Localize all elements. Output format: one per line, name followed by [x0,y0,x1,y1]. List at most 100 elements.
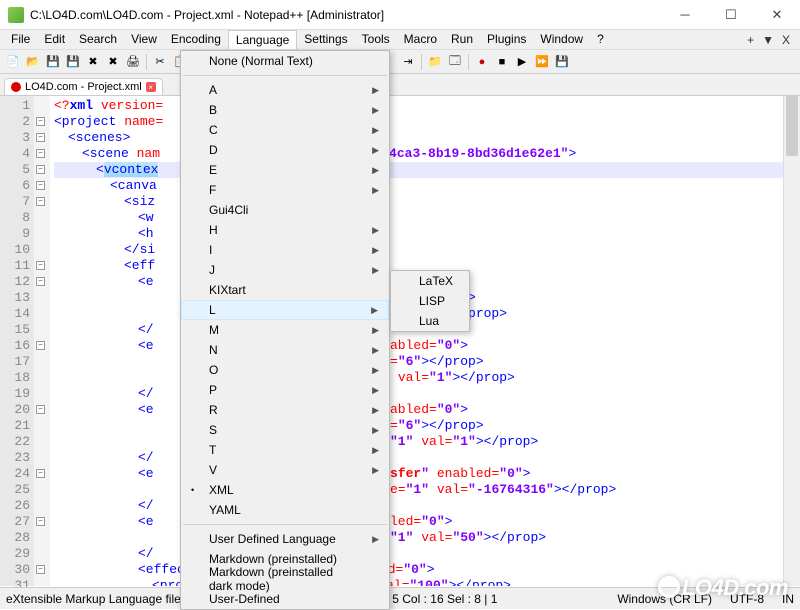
play-multi-icon[interactable]: ⏩ [533,53,551,71]
vertical-scrollbar[interactable] [783,96,800,586]
menu-macro[interactable]: Macro [397,30,444,49]
lang-item-user-defined-language[interactable]: User Defined Language▶ [181,529,389,549]
language-menu[interactable]: None (Normal Text) A▶B▶C▶D▶E▶F▶Gui4CliH▶I… [180,50,390,610]
fold-toggle[interactable]: − [36,517,45,526]
status-filetype: eXtensible Markup Language file [6,592,181,606]
lang-item-a[interactable]: A▶ [181,80,389,100]
fold-toggle[interactable]: − [36,165,45,174]
menu-?[interactable]: ? [590,30,611,49]
menu-bar: FileEditSearchViewEncodingLanguageSettin… [0,30,800,50]
toolbar: 📄 📂 💾 💾 ✖ ✖ 🖨 ✂ 📋 📋 ↶ ↷ 🔍 🔍 🔍 🔍 ↩ ¶ ⇥ 📁 … [0,50,800,74]
lang-item-lua[interactable]: Lua [391,311,469,331]
save-icon[interactable]: 💾 [44,53,62,71]
lang-item-e[interactable]: E▶ [181,160,389,180]
fold-column[interactable]: − − − − − − − − − − − − − [34,96,50,586]
tab-bar: LO4D.com - Project.xml × [0,74,800,96]
tab-close-icon[interactable]: × [146,82,156,92]
code-content[interactable]: <?xml version=<project name=<scenes><sce… [50,96,783,586]
status-bar: eXtensible Markup Language file length :… [0,587,800,609]
menu-edit[interactable]: Edit [37,30,72,49]
save-all-icon[interactable]: 💾 [64,53,82,71]
lang-item-kixtart[interactable]: KIXtart [181,280,389,300]
lang-item-latex[interactable]: LaTeX [391,271,469,291]
status-eol[interactable]: Windows (CR LF) [617,592,712,606]
lang-item-l[interactable]: L▶ [181,300,389,320]
fold-toggle[interactable]: − [36,405,45,414]
lang-item-xml[interactable]: XML• [181,480,389,500]
close-button[interactable]: ✕ [754,0,800,29]
lang-item-t[interactable]: T▶ [181,440,389,460]
menu-plus[interactable]: + [747,33,754,47]
menu-window[interactable]: Window [533,30,590,49]
menu-search[interactable]: Search [72,30,124,49]
editor-area[interactable]: 1234567891011121314151617181920212223242… [0,96,800,586]
menu-file[interactable]: File [4,30,37,49]
lang-item-f[interactable]: F▶ [181,180,389,200]
fold-toggle[interactable]: − [36,341,45,350]
scrollbar-thumb[interactable] [786,96,798,156]
lang-item-s[interactable]: S▶ [181,420,389,440]
minimize-button[interactable]: ─ [662,0,708,29]
new-file-icon[interactable]: 📄 [4,53,22,71]
tab-project-xml[interactable]: LO4D.com - Project.xml × [4,78,163,95]
fold-toggle[interactable]: − [36,117,45,126]
lang-item-c[interactable]: C▶ [181,120,389,140]
menu-tools[interactable]: Tools [355,30,397,49]
lang-item-gui4cli[interactable]: Gui4Cli [181,200,389,220]
lang-item-j[interactable]: J▶ [181,260,389,280]
lang-item-none-normal-text-[interactable]: None (Normal Text) [181,51,389,71]
fold-toggle[interactable]: − [36,133,45,142]
record-icon[interactable]: ● [473,53,491,71]
menu-settings[interactable]: Settings [297,30,354,49]
print-icon[interactable]: 🖨 [124,53,142,71]
menu-run[interactable]: Run [444,30,480,49]
menu-encoding[interactable]: Encoding [164,30,228,49]
lang-item-n[interactable]: N▶ [181,340,389,360]
status-encoding[interactable]: UTF-8 [730,592,764,606]
tab-modified-icon [11,82,21,92]
menu-dropdown[interactable]: ▼ [762,33,774,47]
lang-item-yaml[interactable]: YAML [181,500,389,520]
fold-toggle[interactable]: − [36,181,45,190]
monitor-icon[interactable]: 🗔 [446,53,464,71]
app-icon [8,7,24,23]
fold-toggle[interactable]: − [36,469,45,478]
lang-item-d[interactable]: D▶ [181,140,389,160]
lang-item-i[interactable]: I▶ [181,240,389,260]
lang-item-p[interactable]: P▶ [181,380,389,400]
lang-item-lisp[interactable]: LISP [391,291,469,311]
lang-item-r[interactable]: R▶ [181,400,389,420]
title-bar: C:\LO4D.com\LO4D.com - Project.xml - Not… [0,0,800,30]
menu-view[interactable]: View [124,30,164,49]
line-number-gutter: 1234567891011121314151617181920212223242… [0,96,34,586]
open-file-icon[interactable]: 📂 [24,53,42,71]
fold-toggle[interactable]: − [36,197,45,206]
cut-icon[interactable]: ✂ [151,53,169,71]
menu-close[interactable]: X [782,33,790,47]
menu-plugins[interactable]: Plugins [480,30,533,49]
lang-item-markdown-preinstalled-dark-mode-[interactable]: Markdown (preinstalled dark mode) [181,569,389,589]
folder-icon[interactable]: 📁 [426,53,444,71]
lang-item-v[interactable]: V▶ [181,460,389,480]
maximize-button[interactable]: ☐ [708,0,754,29]
lang-item-b[interactable]: B▶ [181,100,389,120]
close-file-icon[interactable]: ✖ [84,53,102,71]
language-submenu-l[interactable]: LaTeXLISPLua [390,270,470,332]
lang-item-h[interactable]: H▶ [181,220,389,240]
stop-icon[interactable]: ■ [493,53,511,71]
lang-item-o[interactable]: O▶ [181,360,389,380]
fold-toggle[interactable]: − [36,565,45,574]
fold-toggle[interactable]: − [36,149,45,158]
lang-item-m[interactable]: M▶ [181,320,389,340]
indent-icon[interactable]: ⇥ [399,53,417,71]
window-title: C:\LO4D.com\LO4D.com - Project.xml - Not… [30,8,662,22]
play-icon[interactable]: ▶ [513,53,531,71]
save-macro-icon[interactable]: 💾 [553,53,571,71]
close-all-icon[interactable]: ✖ [104,53,122,71]
fold-toggle[interactable]: − [36,261,45,270]
lang-item-user-defined[interactable]: User-Defined [181,589,389,609]
tab-label: LO4D.com - Project.xml [25,81,142,93]
menu-language[interactable]: Language [228,30,297,49]
fold-toggle[interactable]: − [36,277,45,286]
status-insert[interactable]: IN [782,592,794,606]
